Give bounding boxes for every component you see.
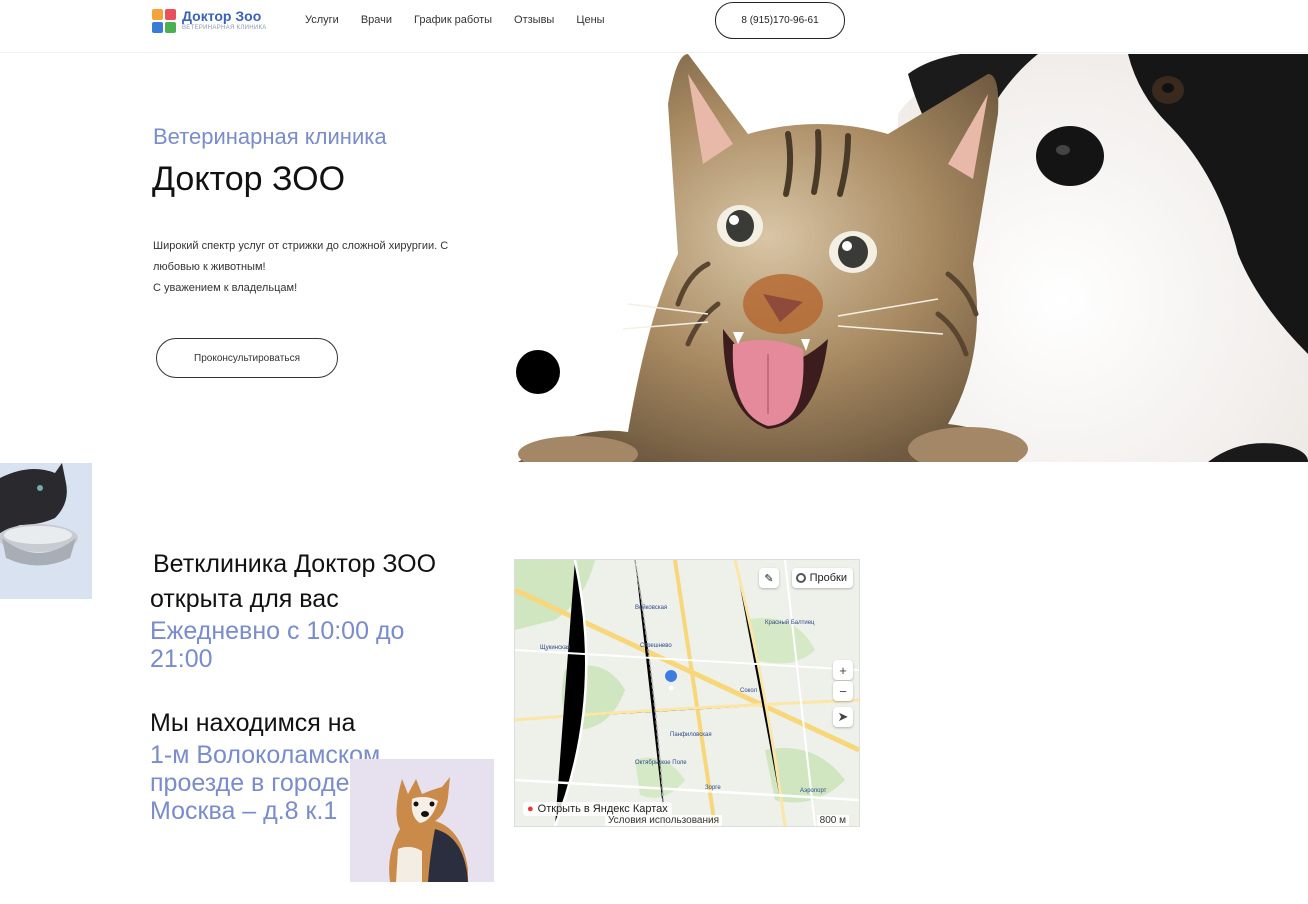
hero-description: Широкий спектр услуг от стрижки до сложн… [153,236,553,299]
hero-description-line: Широкий спектр услуг от стрижки до сложн… [153,240,449,252]
logo[interactable]: Доктор Зоо Ветеринарная клиника [152,8,276,36]
map-pin-icon: ● [527,803,534,815]
hero-subtitle: Ветеринарная клиника [153,124,387,149]
consult-button[interactable]: Проконсультироваться [156,338,338,378]
nav-doctors[interactable]: Врачи [361,14,392,26]
hero-pets-image [518,54,1308,462]
site-header: Доктор Зоо Ветеринарная клиника Услуги В… [0,0,1308,53]
nav-services[interactable]: Услуги [305,14,339,26]
info-open-label: открыта для вас [150,585,339,613]
logo-title: Доктор Зоо [182,8,262,24]
logo-subtitle: Ветеринарная клиника [182,25,267,31]
locate-icon[interactable]: ➤ [833,707,853,727]
info-hours: Ежедневно с 10:00 до 21:00 [150,617,405,673]
traffic-button[interactable]: Пробки [791,568,853,588]
corgi-image [350,759,494,882]
phone-button[interactable]: 8 (915)170-96-61 [715,2,845,39]
zoom-in-button[interactable]: + [833,660,853,680]
hero-description-line: любовью к животным! [153,261,266,273]
cat-eating-image [0,463,92,599]
ruler-icon[interactable]: ✎ [759,568,779,588]
map-scale: 800 м [816,815,849,826]
info-clinic-name: Ветклиника Доктор ЗОО [153,550,437,578]
main-nav: Услуги Врачи График работы Отзывы Цены [305,14,627,26]
traffic-icon [795,573,806,583]
logo-mark-icon [152,9,178,35]
traffic-label: Пробки [809,572,847,584]
scroll-indicator-dot [516,350,560,394]
open-in-yandex-link[interactable]: ● Открыть в Яндекс Картах [523,802,672,816]
open-link-label: Открыть в Яндекс Картах [537,803,668,815]
zoom-out-button[interactable]: − [833,681,853,701]
map-terms-link[interactable]: Условия использования [605,815,722,826]
hero-description-line: С уважением к владельцам! [153,282,298,294]
nav-reviews[interactable]: Отзывы [514,14,554,26]
nav-prices[interactable]: Цены [576,14,604,26]
info-location-label: Мы находимся на [150,709,356,737]
nav-schedule[interactable]: График работы [414,14,492,26]
hero-title: Доктор ЗОО [152,160,346,198]
yandex-map[interactable]: Войковская Щукинская Стрешнево Красный Б… [514,559,860,827]
